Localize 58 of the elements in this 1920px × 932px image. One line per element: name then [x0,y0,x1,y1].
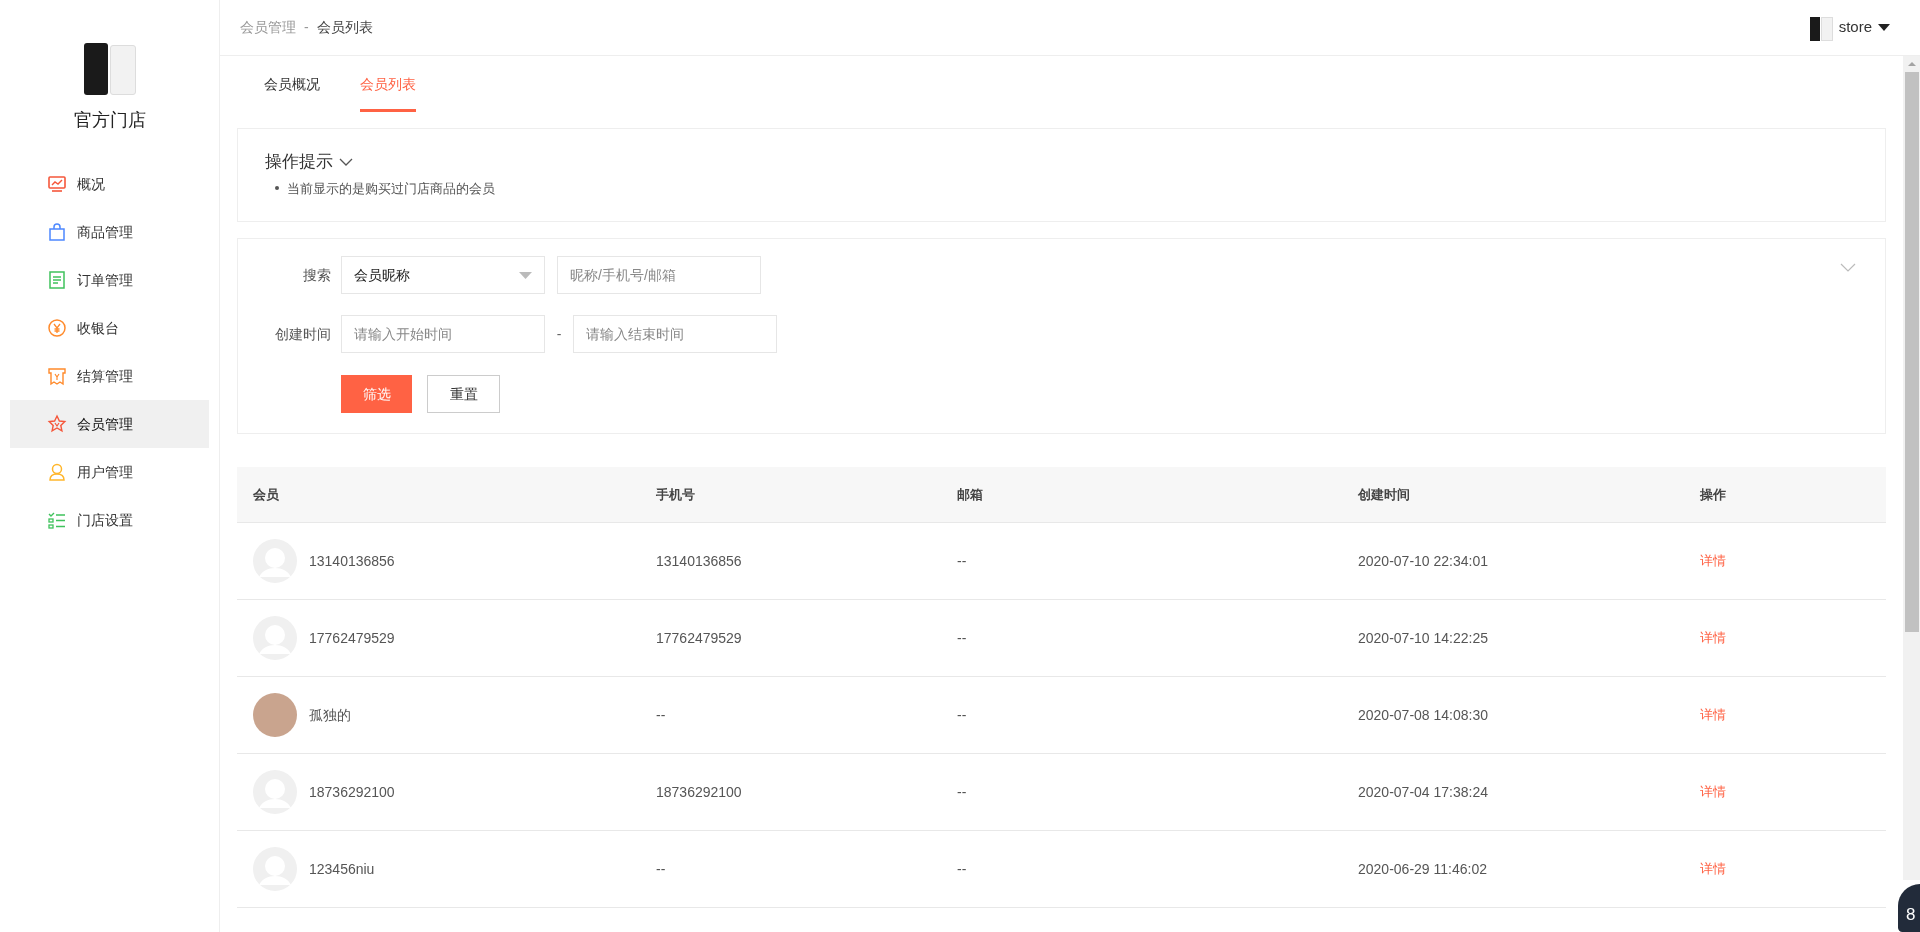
caret-icon [519,271,532,279]
table-cell-text: -- [656,859,666,879]
column-header: 手机号 [656,486,695,502]
tab[interactable]: 会员概况 [264,56,320,112]
user-menu[interactable]: store [1809,14,1890,41]
star-icon [47,414,67,434]
tips-toggle[interactable]: 操作提示 [265,149,1885,175]
breadcrumb-separator: - [304,18,309,37]
avatar-photo-placeholder [253,693,297,737]
column-header: 邮箱 [957,486,983,502]
reset-button[interactable]: 重置 [427,375,500,413]
table-cell-text: 13140136856 [656,551,742,571]
member-name: 18736292100 [309,782,395,802]
store-avatar [1809,14,1833,41]
table-cell-text: 18736292100 [656,782,742,802]
range-separator: - [555,324,563,344]
search-type-select[interactable]: 会员昵称 [341,256,545,294]
user-icon [47,462,67,482]
document-icon [47,270,67,290]
table-cell-text: -- [957,782,967,802]
field-label: 搜索 [302,265,332,285]
store-name: 官方门店 [73,109,146,132]
bag-icon [47,222,67,242]
chevron-down-icon [339,157,353,166]
table-cell-text: 2020-07-10 14:22:25 [1358,628,1488,648]
table-cell-text: -- [957,628,967,648]
table-cell-text: -- [656,705,666,725]
floating-badge[interactable]: 8 [1898,884,1920,932]
yen-icon [47,318,67,338]
bullet-icon [275,186,279,191]
member-name: 17762479529 [309,628,395,648]
member-name: 孤独的 [309,705,351,725]
end-date-field[interactable]: 请输入结束时间 [573,315,777,353]
search-field[interactable]: 昵称/手机号/邮箱 [557,256,761,294]
sidebar-item[interactable]: 会员管理 [10,400,209,448]
table-cell-text: -- [957,705,967,725]
start-date-field[interactable]: 请输入开始时间 [341,315,545,353]
table-cell-text: -- [957,859,967,879]
field-label: 创建时间 [274,324,332,344]
tip-text: 当前显示的是购买过门店商品的会员 [287,179,495,198]
checklist-icon [47,510,67,530]
member-name: 13140136856 [309,551,395,571]
table-cell-text: 2020-07-10 22:34:01 [1358,551,1488,571]
scrollbar[interactable] [1903,56,1920,880]
column-header: 会员 [253,486,279,502]
breadcrumb-current: 会员列表 [316,18,373,37]
chevron-down-icon[interactable] [1840,263,1856,272]
column-header: 创建时间 [1358,486,1410,502]
column-header: 操作 [1700,486,1726,502]
table-cell-text: 2020-06-29 11:46:02 [1358,859,1487,879]
chart-icon [47,174,67,194]
table-cell-text: -- [957,551,967,571]
member-name: 123456niu [309,859,375,879]
receipt-icon [47,366,67,386]
table-cell-text: 17762479529 [656,628,742,648]
caret-icon [1878,23,1890,32]
table-cell-text: 2020-07-08 14:08:30 [1358,705,1488,725]
table-cell-text: 2020-07-04 17:38:24 [1358,782,1488,802]
